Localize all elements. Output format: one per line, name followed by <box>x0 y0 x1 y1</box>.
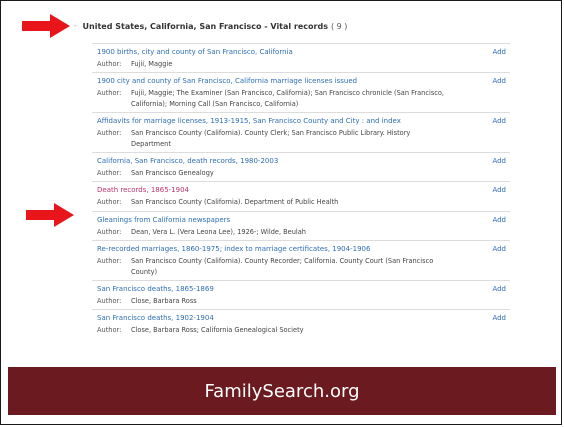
list-item: 1900 city and county of San Francisco, C… <box>92 73 510 114</box>
add-link[interactable]: Add <box>492 284 506 295</box>
record-title-link[interactable]: Affidavits for marriage licenses, 1913-1… <box>97 116 506 127</box>
banner-text: FamilySearch.org <box>204 380 360 402</box>
screenshot-area: - United States, California, San Francis… <box>8 9 556 367</box>
list-item: San Francisco deaths, 1865-1869 Add Auth… <box>92 281 510 311</box>
list-item: San Francisco deaths, 1902-1904 Add Auth… <box>92 310 510 338</box>
collapse-toggle-icon[interactable]: - <box>74 22 77 30</box>
author-value: San Francisco Genealogy <box>131 169 214 178</box>
add-link[interactable]: Add <box>492 76 506 87</box>
add-link[interactable]: Add <box>492 156 506 167</box>
author-label: Author: <box>97 60 122 68</box>
list-item: California, San Francisco, death records… <box>92 153 510 183</box>
author-value: San Francisco County (California). Count… <box>131 257 434 276</box>
author-value: Dean, Vera L. (Vera Leona Lee), 1926-; W… <box>131 227 306 236</box>
add-link[interactable]: Add <box>492 244 506 255</box>
list-item: Affidavits for marriage licenses, 1913-1… <box>92 113 510 154</box>
author-row: Author: San Francisco County (California… <box>97 197 506 207</box>
record-title-link[interactable]: San Francisco deaths, 1902-1904 <box>97 313 506 324</box>
author-value: Fujii, Maggie; The Examiner (San Francis… <box>131 89 445 108</box>
author-label: Author: <box>97 169 122 178</box>
author-value: San Francisco County (California). Depar… <box>131 198 339 207</box>
record-title-link[interactable]: California, San Francisco, death records… <box>97 156 506 167</box>
section-count: ( 9 ) <box>330 21 348 31</box>
record-title-link[interactable]: Re-recorded marriages, 1860-1975; index … <box>97 244 506 255</box>
author-value: San Francisco County (California). Count… <box>131 129 411 148</box>
author-row: Author: Close, Barbara Ross; California … <box>97 325 506 335</box>
author-label: Author: <box>97 297 122 306</box>
author-row: Author: San Francisco County (California… <box>97 128 506 149</box>
author-label: Author: <box>97 89 122 98</box>
record-title-link[interactable]: Gleanings from California newspapers <box>97 215 506 226</box>
list-item: Gleanings from California newspapers Add… <box>92 212 510 242</box>
section-header[interactable]: - United States, California, San Francis… <box>74 18 347 34</box>
author-value: Close, Barbara Ross; California Genealog… <box>131 326 304 335</box>
record-title-link[interactable]: 1900 city and county of San Francisco, C… <box>97 76 506 87</box>
add-link[interactable]: Add <box>492 47 506 58</box>
record-list: 1900 births, city and county of San Fran… <box>92 43 510 339</box>
author-row: Author: Close, Barbara Ross <box>97 296 506 306</box>
author-label: Author: <box>97 129 122 138</box>
author-row: Author: San Francisco Genealogy <box>97 168 506 178</box>
author-label: Author: <box>97 227 122 236</box>
pointer-arrow-header <box>22 14 70 38</box>
add-link[interactable]: Add <box>492 313 506 324</box>
list-item: 1900 births, city and county of San Fran… <box>92 44 510 74</box>
footer-banner: FamilySearch.org <box>8 367 556 415</box>
pointer-arrow-death-records <box>26 203 74 227</box>
section-title: United States, California, San Francisco… <box>82 21 328 31</box>
author-row: Author: Fujii, Maggie; The Examiner (San… <box>97 88 506 109</box>
author-label: Author: <box>97 198 122 207</box>
add-link[interactable]: Add <box>492 215 506 226</box>
add-link[interactable]: Add <box>492 185 506 196</box>
author-row: Author: Fujii, Maggie <box>97 59 506 69</box>
record-title-link[interactable]: Death records, 1865-1904 <box>97 185 506 196</box>
record-title-link[interactable]: 1900 births, city and county of San Fran… <box>97 47 506 58</box>
author-label: Author: <box>97 257 122 266</box>
author-label: Author: <box>97 326 122 335</box>
add-link[interactable]: Add <box>492 116 506 127</box>
record-title-link[interactable]: San Francisco deaths, 1865-1869 <box>97 284 506 295</box>
list-item: Death records, 1865-1904 Add Author: San… <box>92 182 510 212</box>
author-value: Fujii, Maggie <box>131 60 173 68</box>
list-item: Re-recorded marriages, 1860-1975; index … <box>92 241 510 282</box>
author-value: Close, Barbara Ross <box>131 297 197 306</box>
author-row: Author: San Francisco County (California… <box>97 256 506 277</box>
author-row: Author: Dean, Vera L. (Vera Leona Lee), … <box>97 227 506 237</box>
